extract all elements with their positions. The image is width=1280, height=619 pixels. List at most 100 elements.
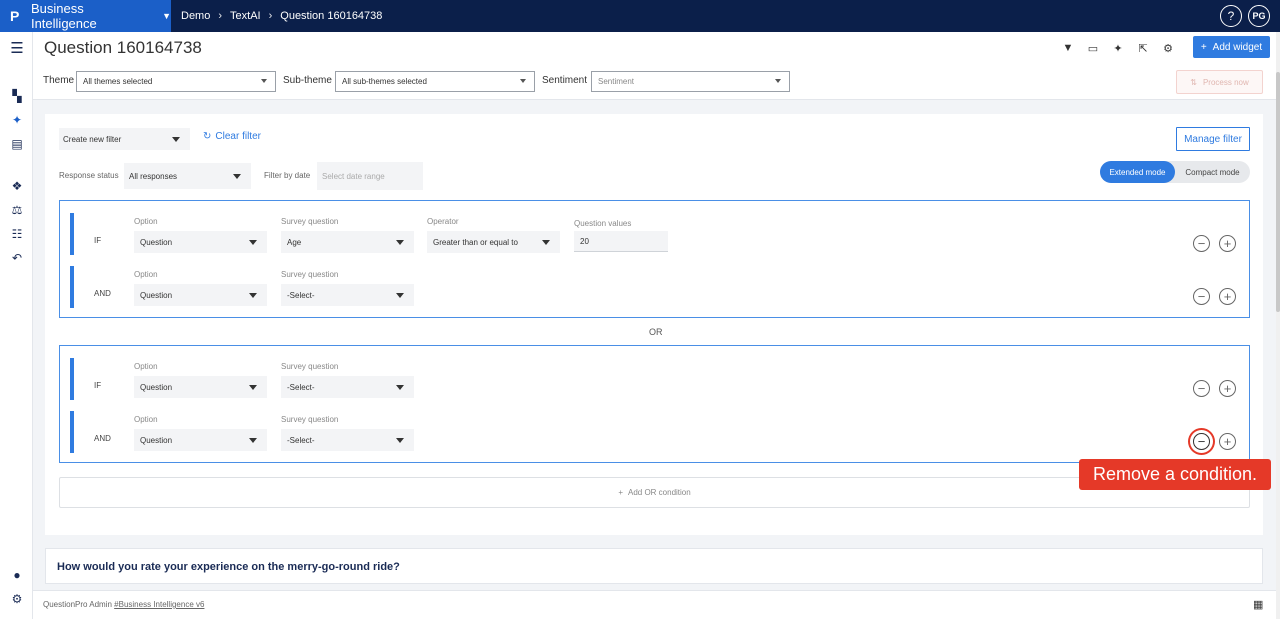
subtheme-label: Sub-theme xyxy=(283,75,332,86)
date-range-input[interactable]: Select date range xyxy=(317,162,423,190)
chevron-down-icon xyxy=(249,438,257,443)
plus-icon: + xyxy=(1200,41,1207,53)
chevron-down-icon xyxy=(249,385,257,390)
report-icon[interactable]: ▤ xyxy=(9,136,25,152)
condition-keyword: AND xyxy=(94,434,111,443)
chevron-down-icon: ▼ xyxy=(162,11,171,21)
plus-circle-icon[interactable]: + xyxy=(1219,380,1236,397)
chevron-down-icon xyxy=(542,240,550,245)
plus-circle-icon[interactable]: + xyxy=(1219,433,1236,450)
breadcrumb-question: Question 160164738 xyxy=(280,10,383,22)
extended-mode-button[interactable]: Extended mode xyxy=(1100,161,1175,183)
chevron-right-icon: › xyxy=(268,10,273,22)
footer-link[interactable]: #Business Intelligence v6 xyxy=(114,600,204,609)
breadcrumb-textai[interactable]: TextAI xyxy=(230,10,261,22)
option-select[interactable]: Question xyxy=(134,376,267,398)
app-switcher[interactable]: P Business Intelligence ▼ xyxy=(0,0,171,32)
survey-question-select[interactable]: -Select- xyxy=(281,376,414,398)
theme-label: Theme xyxy=(43,75,75,86)
sparkle-icon[interactable]: ✦ xyxy=(9,112,25,128)
mode-toggle: Extended mode Compact mode xyxy=(1100,161,1250,183)
footer: QuestionPro Admin #Business Intelligence… xyxy=(33,590,1276,619)
grid-icon[interactable]: ▦ xyxy=(1253,598,1263,611)
option-select[interactable]: Question xyxy=(134,429,267,451)
chevron-down-icon xyxy=(396,438,404,443)
create-filter-select[interactable]: Create new filter xyxy=(59,128,190,150)
user-shield-icon[interactable]: ● xyxy=(9,567,25,583)
question-card: How would you rate your experience on th… xyxy=(45,548,1263,584)
option-select[interactable]: Question xyxy=(134,231,267,253)
remove-condition-button[interactable]: − xyxy=(1193,433,1210,450)
scrollbar[interactable] xyxy=(1276,32,1280,619)
survey-question-select[interactable]: Age xyxy=(281,231,414,253)
minus-circle-icon[interactable]: − xyxy=(1193,380,1210,397)
chevron-down-icon xyxy=(261,79,267,83)
operator-select[interactable]: Greater than or equal to xyxy=(427,231,560,253)
or-label: OR xyxy=(649,327,663,337)
add-or-condition-button[interactable]: + Add OR condition xyxy=(59,477,1250,508)
csv-icon[interactable]: ▭ xyxy=(1085,40,1101,56)
chevron-down-icon xyxy=(520,79,526,83)
option-select[interactable]: Question xyxy=(134,284,267,306)
filter-by-date-label: Filter by date xyxy=(264,171,311,180)
app-name: Business Intelligence xyxy=(30,1,97,31)
minus-circle-icon[interactable]: − xyxy=(1193,288,1210,305)
logo: P xyxy=(10,8,20,24)
page-header: Question 160164738 ▼ ▭ ✦ ⇱ ⚙ + Add widge… xyxy=(33,32,1276,100)
back-icon[interactable]: ↶ xyxy=(9,250,25,266)
survey-question-select[interactable]: -Select- xyxy=(281,284,414,306)
chevron-down-icon xyxy=(233,174,241,179)
question-values-input[interactable]: 20 xyxy=(574,231,668,252)
left-rail: ☰ ▚ ✦ ▤ ❖ ⚖ ☷ ↶ ● ⚙ xyxy=(0,32,33,619)
manage-filter-button[interactable]: Manage filter xyxy=(1176,127,1250,151)
sentiment-select[interactable]: Sentiment xyxy=(591,71,790,92)
theme-select[interactable]: All themes selected xyxy=(76,71,276,92)
dashboard-icon[interactable]: ▚ xyxy=(9,88,25,104)
response-status-label: Response status xyxy=(59,171,119,180)
question-title: How would you rate your experience on th… xyxy=(57,561,400,573)
response-status-select[interactable]: All responses xyxy=(124,163,251,189)
help-button[interactable]: ? xyxy=(1220,5,1242,27)
condition-group-2: IF Option Question Survey question -Sele… xyxy=(59,345,1250,463)
subtheme-select[interactable]: All sub-themes selected xyxy=(335,71,535,92)
clear-filter-button[interactable]: ↻ Clear filter xyxy=(203,131,261,142)
chevron-down-icon xyxy=(249,293,257,298)
gear-icon[interactable]: ⚙ xyxy=(9,591,25,607)
page-title: Question 160164738 xyxy=(44,38,202,57)
compact-mode-button[interactable]: Compact mode xyxy=(1175,168,1250,177)
plus-circle-icon[interactable]: + xyxy=(1219,235,1236,252)
plus-circle-icon[interactable]: + xyxy=(1219,288,1236,305)
top-bar: P Business Intelligence ▼ Demo › TextAI … xyxy=(0,0,1280,32)
condition-row: IF Option Question Survey question Age O… xyxy=(60,213,1249,257)
gear-icon[interactable]: ⚙ xyxy=(1160,40,1176,56)
chevron-down-icon xyxy=(396,240,404,245)
chevron-down-icon xyxy=(396,293,404,298)
chevron-right-icon: › xyxy=(218,10,223,22)
chevron-down-icon xyxy=(172,137,180,142)
filter-icon[interactable]: ▼ xyxy=(1060,40,1076,56)
refresh-icon: ↻ xyxy=(203,131,212,142)
menu-icon[interactable]: ☰ xyxy=(9,40,25,57)
balance-icon[interactable]: ⚖ xyxy=(9,202,25,218)
sentiment-label: Sentiment xyxy=(542,75,588,86)
user-avatar[interactable]: PG xyxy=(1248,5,1270,27)
share-icon[interactable]: ⇱ xyxy=(1135,40,1151,56)
chevron-down-icon xyxy=(775,79,781,83)
breadcrumb: Demo › TextAI › Question 160164738 xyxy=(181,10,382,22)
widgets-icon[interactable]: ❖ xyxy=(9,178,25,194)
condition-row: AND Option Question Survey question -Sel… xyxy=(60,411,1249,455)
process-now-button[interactable]: ⇅ Process now xyxy=(1176,70,1263,94)
list-icon[interactable]: ☷ xyxy=(9,226,25,242)
minus-circle-icon[interactable]: − xyxy=(1193,235,1210,252)
condition-keyword: AND xyxy=(94,289,111,298)
condition-keyword: IF xyxy=(94,236,102,245)
breadcrumb-demo[interactable]: Demo xyxy=(181,10,210,22)
survey-question-select[interactable]: -Select- xyxy=(281,429,414,451)
condition-row: IF Option Question Survey question -Sele… xyxy=(60,358,1249,402)
refresh-icon: ⇅ xyxy=(1190,77,1197,87)
chevron-down-icon xyxy=(396,385,404,390)
sparkle-icon[interactable]: ✦ xyxy=(1110,40,1126,56)
condition-keyword: IF xyxy=(94,381,102,390)
add-widget-button[interactable]: + Add widget xyxy=(1193,36,1270,58)
tutorial-tooltip: Remove a condition. xyxy=(1079,459,1271,490)
